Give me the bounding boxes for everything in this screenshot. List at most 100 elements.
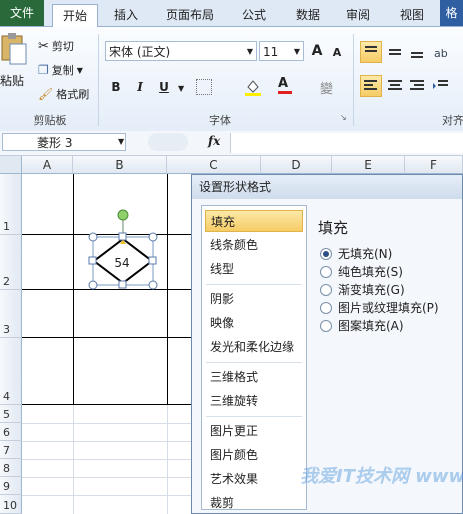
row-header-4[interactable]: 4 — [0, 338, 22, 405]
radio-icon — [320, 301, 332, 314]
nav-line-color[interactable]: 线条颜色 — [205, 234, 303, 256]
row-header-5[interactable]: 5 — [0, 405, 22, 423]
column-header-b[interactable]: B — [73, 156, 167, 174]
svg-text:ab: ab — [434, 47, 448, 60]
radio-solid-fill[interactable]: 纯色填充(S) — [320, 263, 403, 280]
column-header-f[interactable]: F — [405, 156, 463, 174]
copy-icon: ❐ — [38, 63, 49, 77]
chevron-down-icon: ▼ — [76, 65, 83, 75]
name-box[interactable]: 菱形 3 — [2, 133, 126, 151]
paintbrush-icon: 🖌 — [38, 87, 54, 101]
nav-divider — [206, 284, 302, 285]
row-header-3[interactable]: 3 — [0, 290, 22, 338]
nav-picture-corrections[interactable]: 图片更正 — [205, 420, 303, 442]
column-header-c[interactable]: C — [167, 156, 261, 174]
diamond-shape[interactable] — [85, 205, 165, 295]
clipboard-group-label: 剪贴板 — [33, 114, 67, 127]
paste-button[interactable]: 粘贴 — [0, 72, 24, 89]
dialog-launcher-icon[interactable]: ↘ — [340, 113, 347, 122]
column-header-a[interactable]: A — [22, 156, 73, 174]
align-center-icon[interactable] — [386, 78, 404, 97]
copy-button[interactable]: ❐ 复制 ▼ — [38, 62, 83, 78]
nav-3d-rotation[interactable]: 三维旋转 — [205, 390, 303, 412]
orientation-icon[interactable]: ab — [432, 44, 450, 63]
underline-button[interactable]: U — [154, 77, 174, 97]
shrink-font-button[interactable]: A — [327, 43, 347, 63]
shape-text: 54 — [114, 256, 130, 270]
chevron-down-icon: ▼ — [246, 47, 253, 56]
font-size-combo[interactable]: 11 ▼ — [259, 41, 304, 61]
nav-crop[interactable]: 裁剪 — [205, 492, 303, 514]
fill-color-icon[interactable] — [244, 78, 262, 96]
paste-icon[interactable] — [0, 32, 28, 72]
tab-view[interactable]: 视图 — [392, 4, 432, 26]
group-divider — [353, 34, 354, 126]
formula-bar-handle[interactable] — [148, 133, 188, 151]
radio-picture-texture-fill[interactable]: 图片或纹理填充(P) — [320, 299, 439, 316]
tab-file[interactable]: 文件 — [0, 0, 44, 26]
chevron-down-icon: ▼ — [293, 47, 300, 56]
phonetic-guide-button[interactable]: 變 — [320, 78, 333, 97]
radio-gradient-fill[interactable]: 渐变填充(G) — [320, 281, 405, 298]
row-header-8[interactable]: 8 — [0, 459, 22, 477]
tab-data[interactable]: 数据 — [288, 4, 328, 26]
align-left-button[interactable] — [360, 75, 382, 97]
nav-line-style[interactable]: 线型 — [205, 258, 303, 280]
align-bottom-icon[interactable] — [408, 44, 426, 63]
italic-button[interactable]: I — [130, 77, 150, 97]
tab-home[interactable]: 开始 — [52, 4, 98, 27]
row-header-1[interactable]: 1 — [0, 174, 22, 235]
align-top-button[interactable] — [360, 41, 382, 63]
format-painter-button[interactable]: 🖌 格式刷 — [38, 86, 89, 102]
watermark: 我爱IT技术网 www.52ij.com — [300, 466, 463, 487]
dialog-title: 设置形状格式 — [192, 175, 462, 199]
row-header-10[interactable]: 10 — [0, 495, 22, 514]
grow-font-button[interactable]: A — [307, 41, 327, 61]
nav-fill[interactable]: 填充 — [205, 210, 303, 232]
alignment-group-label: 对齐 — [442, 114, 463, 127]
radio-icon — [320, 319, 332, 332]
align-middle-icon[interactable] — [386, 44, 404, 63]
font-group-label: 字体 — [209, 114, 231, 127]
nav-divider — [206, 362, 302, 363]
insert-function-button[interactable]: fx — [208, 134, 220, 148]
row-header-9[interactable]: 9 — [0, 477, 22, 495]
font-color-button[interactable]: A — [278, 76, 292, 94]
borders-icon[interactable] — [196, 79, 212, 95]
tab-formulas[interactable]: 公式 — [234, 4, 274, 26]
radio-selected-icon — [320, 247, 332, 260]
nav-glow-soft-edges[interactable]: 发光和柔化边缘 — [205, 336, 303, 358]
nav-artistic-effects[interactable]: 艺术效果 — [205, 468, 303, 490]
radio-no-fill[interactable]: 无填充(N) — [320, 245, 392, 262]
section-title: 填充 — [318, 219, 349, 237]
tab-format[interactable]: 格 — [440, 0, 463, 26]
font-name-combo[interactable]: 宋体 (正文) ▼ — [105, 41, 257, 61]
bold-button[interactable]: B — [106, 77, 126, 97]
nav-picture-color[interactable]: 图片颜色 — [205, 444, 303, 466]
formula-bar: 菱形 3 ▼ fx — [0, 131, 463, 156]
scissors-icon: ✂ — [38, 38, 49, 54]
row-header-2[interactable]: 2 — [0, 235, 22, 290]
nav-divider — [206, 416, 302, 417]
row-header-7[interactable]: 7 — [0, 441, 22, 459]
column-header-d[interactable]: D — [261, 156, 332, 174]
nav-3d-format[interactable]: 三维格式 — [205, 366, 303, 388]
chevron-down-icon[interactable]: ▼ — [118, 137, 124, 146]
nav-reflection[interactable]: 映像 — [205, 312, 303, 334]
nav-shadow[interactable]: 阴影 — [205, 288, 303, 310]
cut-button[interactable]: ✂ 剪切 — [38, 38, 74, 54]
rotation-handle[interactable] — [117, 209, 129, 221]
tab-insert[interactable]: 插入 — [104, 4, 148, 26]
align-right-icon[interactable] — [408, 78, 426, 97]
tab-review[interactable]: 审阅 — [338, 4, 378, 26]
radio-pattern-fill[interactable]: 图案填充(A) — [320, 317, 404, 334]
dialog-nav-list: 填充 线条颜色 线型 阴影 映像 发光和柔化边缘 三维格式 三维旋转 图片更正 … — [201, 205, 307, 510]
ribbon-tab-bar: 文件 开始 插入 页面布局 公式 数据 审阅 视图 格 — [0, 0, 463, 27]
select-all-corner[interactable] — [0, 156, 22, 174]
decrease-indent-icon[interactable] — [432, 78, 450, 97]
chevron-down-icon[interactable]: ▼ — [178, 84, 184, 93]
column-header-e[interactable]: E — [332, 156, 405, 174]
formula-input[interactable] — [230, 133, 463, 153]
tab-page-layout[interactable]: 页面布局 — [160, 4, 220, 26]
row-header-6[interactable]: 6 — [0, 423, 22, 441]
